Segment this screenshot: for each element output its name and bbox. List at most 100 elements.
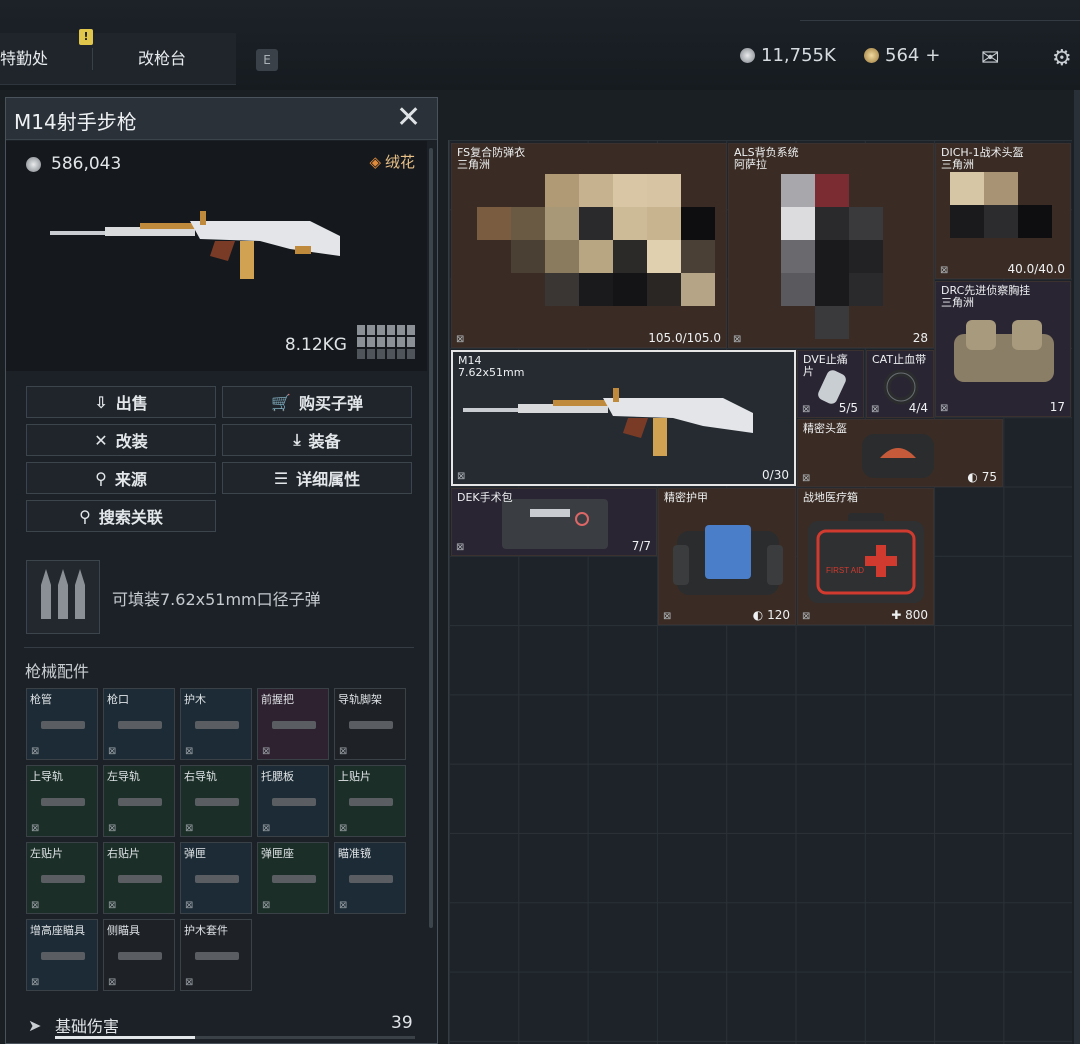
- lock-icon: ⊠: [457, 471, 466, 482]
- attachment-slot[interactable]: 前握把 ⊠: [257, 688, 329, 760]
- item-m14[interactable]: M14 7.62x51mm ⊠ 0/30: [451, 350, 796, 486]
- blurred-image: [477, 174, 715, 306]
- damage-label: 基础伤害: [55, 1017, 120, 1036]
- attachment-slot[interactable]: 增高座瞄具 ⊠: [26, 919, 98, 991]
- item-fs-armor[interactable]: FS复合防弹衣 三角洲 ⊠ 105.0/105.0: [451, 143, 727, 348]
- rifle-image: [463, 388, 753, 456]
- attachment-slot[interactable]: 侧瞄具 ⊠: [103, 919, 175, 991]
- modify-button[interactable]: ✕ 改装: [26, 424, 216, 456]
- attachment-slot[interactable]: 托腮板 ⊠: [257, 765, 329, 837]
- item-precision-armor[interactable]: 精密护甲 ⊠ ◐ 120: [658, 488, 796, 625]
- gold-currency[interactable]: 564 +: [864, 45, 940, 66]
- hp-amount: 800: [905, 608, 928, 622]
- durability: ◐ 120: [753, 608, 790, 622]
- close-icon[interactable]: ✕: [396, 102, 421, 134]
- details-button[interactable]: ☰ 详细属性: [222, 462, 412, 494]
- lock-icon: ⊠: [802, 404, 811, 415]
- attachment-slot[interactable]: 弹匣 ⊠: [180, 842, 252, 914]
- buy-ammo-button[interactable]: 🛒 购买子弹: [222, 386, 412, 418]
- mail-icon[interactable]: ✉: [981, 46, 999, 71]
- hp-value: ✚ 800: [891, 608, 928, 622]
- item-name: FS复合防弹衣: [457, 146, 526, 159]
- item-dich-helmet[interactable]: DICH-1战术头盔 三角洲 ⊠ 40.0/40.0: [935, 143, 1071, 279]
- panel-scrollbar[interactable]: [429, 148, 433, 928]
- item-field-medkit[interactable]: 战地医疗箱 FIRST AID ⊠ ✚ 800: [797, 488, 934, 625]
- cart-icon: 🛒: [271, 392, 291, 412]
- item-subtitle: 三角洲: [941, 158, 974, 171]
- lock-icon: ⊠: [733, 334, 742, 345]
- slot-label: 右导轨: [184, 770, 217, 783]
- attachment-slot[interactable]: 导轨脚架 ⊠: [334, 688, 406, 760]
- item-cat-tourniquet[interactable]: CAT止血带 ⊠ 4/4: [866, 350, 934, 418]
- slot-label: 侧瞄具: [107, 924, 140, 937]
- item-drc-rig[interactable]: DRC先进侦察胸挂 三角洲 ⊠ 17: [935, 281, 1071, 417]
- uses: 5/5: [838, 401, 858, 415]
- sell-button[interactable]: ⇩ 出售: [26, 386, 216, 418]
- key-hint-e: E: [256, 49, 278, 71]
- search-related-button[interactable]: ⚲ 搜索关联: [26, 500, 216, 532]
- lock-icon: ⊠: [262, 823, 271, 834]
- attachment-image: [112, 707, 168, 743]
- item-name: 精密护甲: [664, 491, 708, 504]
- attachment-image: [112, 938, 168, 974]
- durability: 105.0/105.0: [648, 331, 721, 345]
- tab-special-ops[interactable]: 特勤处: [0, 45, 48, 69]
- attachment-slot[interactable]: 上贴片 ⊠: [334, 765, 406, 837]
- top-divider: [800, 20, 1080, 21]
- tab-gunsmith[interactable]: 改枪台: [138, 45, 186, 69]
- inventory-scrollbar[interactable]: [1074, 90, 1080, 1044]
- tourniquet-image: [883, 369, 919, 405]
- attachment-slot[interactable]: 枪管 ⊠: [26, 688, 98, 760]
- item-detail-panel: M14射手步枪 ✕ 586,043 ◈ 绒花 8.12KG ⇩ 出售 🛒 购买子弹 …: [5, 97, 438, 1044]
- equip-label: 装备: [308, 432, 341, 451]
- durability: ◐ 75: [967, 470, 997, 484]
- source-button[interactable]: ⚲ 来源: [26, 462, 216, 494]
- attachment-slot[interactable]: 枪口 ⊠: [103, 688, 175, 760]
- slot-label: 护木套件: [184, 924, 228, 937]
- damage-value: 39: [391, 1013, 413, 1033]
- weight-value: 8.12KG: [284, 335, 347, 355]
- attachment-image: [35, 938, 91, 974]
- item-als-backpack[interactable]: ALS背负系统 阿萨拉 ⊠ 28: [728, 143, 934, 348]
- skin-icon: ◈: [369, 152, 381, 171]
- source-label: 来源: [114, 470, 147, 489]
- attachment-slot[interactable]: 右贴片 ⊠: [103, 842, 175, 914]
- attachment-slot[interactable]: 右导轨 ⊠: [180, 765, 252, 837]
- attachment-image: [35, 784, 91, 820]
- weapon-preview: 586,043 ◈ 绒花 8.12KG: [6, 141, 427, 371]
- lock-icon: ⊠: [940, 265, 949, 276]
- equip-button[interactable]: ⤓ 装备: [222, 424, 412, 456]
- armor-image: [673, 525, 783, 595]
- lock-icon: ⊠: [31, 977, 40, 988]
- lock-icon: ⊠: [262, 900, 271, 911]
- item-dve-painkiller[interactable]: DVE止痛片 ⊠ 5/5: [797, 350, 864, 418]
- attachment-slot[interactable]: 护木 ⊠: [180, 688, 252, 760]
- item-precision-helmet[interactable]: 精密头盔 ⊠ ◐ 75: [797, 419, 1003, 487]
- attachment-slot[interactable]: 弹匣座 ⊠: [257, 842, 329, 914]
- item-subtitle: 阿萨拉: [734, 158, 767, 171]
- tools-icon: ✕: [94, 430, 108, 450]
- attachment-slot[interactable]: 上导轨 ⊠: [26, 765, 98, 837]
- item-name: CAT止血带: [872, 353, 927, 366]
- blurred-image: [781, 174, 883, 339]
- uses: 7/7: [631, 539, 651, 553]
- attachment-image: [189, 938, 245, 974]
- item-dek-surgical-kit[interactable]: DEK手术包 ⊠ 7/7: [451, 488, 657, 556]
- ammo-compat-text: 可填装7.62x51mm口径子弹: [112, 590, 321, 609]
- search-related-label: 搜索关联: [98, 508, 163, 527]
- silver-coin-icon: [26, 156, 41, 172]
- attachment-image: [189, 861, 245, 897]
- attachment-slot[interactable]: 护木套件 ⊠: [180, 919, 252, 991]
- panel-header: M14射手步枪 ✕: [6, 98, 437, 140]
- attachment-slot[interactable]: 左贴片 ⊠: [26, 842, 98, 914]
- attachment-image: [266, 861, 322, 897]
- bullet-icon: ➤: [28, 1016, 42, 1035]
- attachments-heading: 枪械配件: [25, 662, 90, 681]
- gear-icon[interactable]: ⚙: [1052, 46, 1072, 71]
- slot-label: 左贴片: [30, 847, 63, 860]
- attachment-slot[interactable]: 左导轨 ⊠: [103, 765, 175, 837]
- durability-value: 75: [981, 470, 997, 484]
- top-tabs: 特勤处 改枪台: [0, 33, 236, 85]
- add-gold-button[interactable]: +: [925, 45, 940, 66]
- attachment-slot[interactable]: 瞄准镜 ⊠: [334, 842, 406, 914]
